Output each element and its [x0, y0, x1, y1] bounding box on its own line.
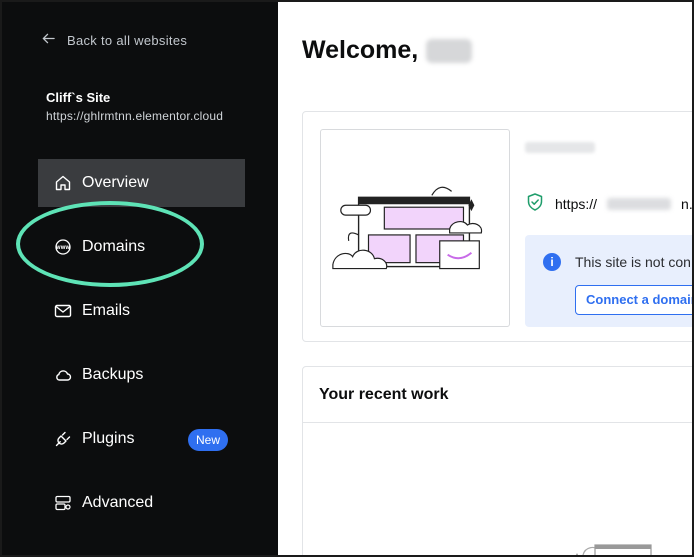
new-badge: New: [188, 429, 229, 451]
sidebar-item-label: Domains: [82, 238, 146, 255]
sidebar-item-label: Emails: [82, 302, 131, 319]
sidebar-item-backups[interactable]: Backups: [38, 351, 245, 399]
sidebar-item-overview[interactable]: Overview: [38, 159, 245, 207]
sidebar-item-advanced[interactable]: Advanced: [38, 479, 245, 527]
info-icon: i: [543, 253, 561, 271]
sidebar-item-plugins[interactable]: Plugins New: [38, 415, 245, 463]
site-url: https://ghlrmtnn.elementor.cloud: [46, 109, 224, 123]
sidebar-item-domains[interactable]: WWW Domains: [38, 223, 245, 271]
sidebar-item-label: Plugins: [82, 430, 135, 447]
recent-work-card: Your recent work: [302, 366, 692, 555]
main-content: Welcome, https:// n. i This site is not …: [278, 2, 693, 555]
back-link-label: Back to all websites: [67, 32, 188, 48]
sidebar-item-emails[interactable]: Emails: [38, 287, 245, 335]
recent-work-title: Your recent work: [319, 386, 449, 403]
site-url-prefix: https://: [555, 195, 598, 212]
connect-domain-button[interactable]: Connect a domain: [575, 285, 692, 315]
welcome-text: Welcome,: [302, 36, 419, 64]
home-icon: [54, 174, 72, 192]
redacted-url-part: [607, 197, 672, 210]
svg-text:WWW: WWW: [56, 245, 71, 251]
www-globe-icon: WWW: [54, 238, 72, 256]
welcome-heading: Welcome,: [302, 36, 473, 65]
site-url-suffix: n.elem: [681, 195, 693, 212]
redacted-user-name: [426, 38, 473, 63]
server-settings-icon: [54, 494, 72, 512]
site-name: Cliff`s Site: [46, 90, 111, 105]
shield-check-icon: [525, 192, 545, 215]
sidebar-item-label: Overview: [82, 174, 149, 191]
redacted-site-title: [525, 142, 595, 153]
plug-icon: [54, 430, 72, 448]
empty-state-illustration: [576, 544, 652, 555]
sidebar-item-label: Backups: [82, 366, 144, 383]
website-illustration: [332, 186, 483, 270]
arrow-left-icon: [42, 32, 55, 48]
back-to-websites-link[interactable]: Back to all websites: [42, 32, 187, 48]
site-card: https:// n.elem i This site is not con Co…: [302, 111, 693, 342]
site-thumbnail[interactable]: [320, 129, 510, 327]
site-url-row: https:// n.elem: [525, 192, 693, 215]
sidebar-item-label: Advanced: [82, 494, 154, 511]
divider: [303, 422, 692, 423]
mail-icon: [54, 302, 72, 320]
sidebar: Back to all websites Cliff`s Site https:…: [2, 2, 278, 555]
domain-notice: i This site is not con Connect a domain: [525, 235, 692, 327]
notice-text: This site is not con: [575, 254, 691, 270]
app-window: Back to all websites Cliff`s Site https:…: [0, 0, 694, 557]
cloud-icon: [54, 366, 72, 384]
